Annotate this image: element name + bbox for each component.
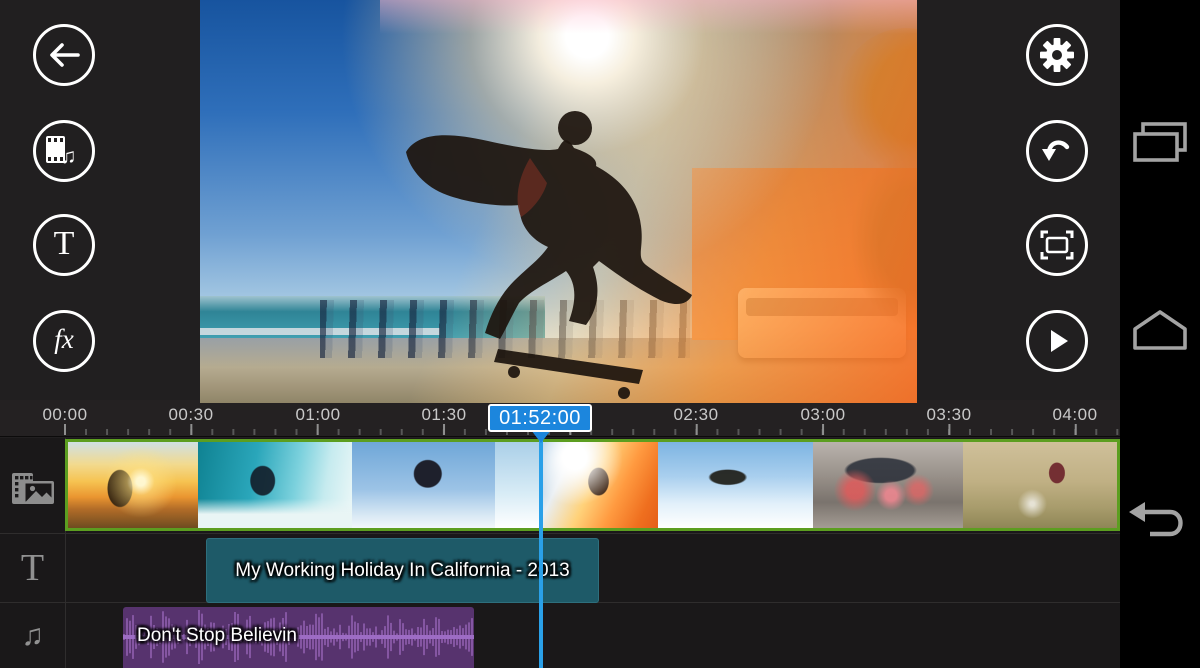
music-track-icon: ♫ — [21, 619, 44, 653]
return-arrow-icon[interactable] — [1128, 498, 1192, 546]
effects-button[interactable]: fx — [33, 310, 95, 372]
video-clip-surfer-on-wave[interactable] — [198, 442, 352, 528]
track-row-divider — [0, 533, 1120, 534]
fullscreen-fit-icon — [1039, 229, 1075, 261]
ruler-label: 04:00 — [1052, 405, 1097, 425]
video-clip-fisherman-at-sunset[interactable] — [68, 442, 198, 528]
video-clip-traffic-bokeh[interactable] — [813, 442, 963, 528]
play-button[interactable] — [1026, 310, 1088, 372]
video-track-clip-strip[interactable] — [65, 439, 1120, 531]
media-library-button[interactable]: ♫ — [33, 120, 95, 182]
skateboarder-silhouette — [200, 0, 917, 403]
video-preview[interactable] — [200, 0, 917, 403]
video-clip-girl-on-bicycle[interactable] — [963, 442, 1117, 528]
video-clip-clear-sky[interactable] — [495, 442, 540, 528]
home-icon[interactable] — [1132, 308, 1188, 352]
audio-clip[interactable]: Don't Stop Believin — [123, 607, 474, 668]
back-button[interactable] — [33, 24, 95, 86]
playhead-time-badge[interactable]: 01:52:00 — [488, 404, 592, 432]
timeline-tracks: T ♫ My Working Holiday In California - 2… — [0, 438, 1120, 668]
video-editor-screen: ♫ T fx — [0, 0, 1200, 668]
ruler-label: 02:30 — [673, 405, 718, 425]
gear-icon — [1039, 37, 1075, 73]
ruler-label: 00:30 — [168, 405, 213, 425]
fit-screen-button[interactable] — [1026, 214, 1088, 276]
text-track-icon: T — [21, 546, 44, 590]
recent-apps-icon[interactable] — [1132, 120, 1188, 172]
ruler-label: 01:00 — [295, 405, 340, 425]
text-icon: T — [54, 227, 75, 261]
video-clip-bmx-jump[interactable] — [352, 442, 494, 528]
text-track-header[interactable]: T — [0, 538, 65, 598]
settings-button[interactable] — [1026, 24, 1088, 86]
ruler-label: 03:30 — [926, 405, 971, 425]
back-arrow-icon — [47, 39, 81, 71]
undo-arrow-icon — [1040, 134, 1074, 168]
video-track-header[interactable] — [0, 452, 65, 526]
audio-clip-label: Don't Stop Believin — [137, 625, 297, 647]
video-clip-skydiver[interactable] — [658, 442, 813, 528]
playhead[interactable] — [539, 428, 543, 668]
ruler-label: 00:00 — [42, 405, 87, 425]
audio-track-header[interactable]: ♫ — [0, 606, 65, 666]
video-photo-track-icon — [11, 468, 55, 510]
ruler-tick-marks — [64, 424, 1120, 435]
editor-app-area: ♫ T fx — [0, 0, 1120, 668]
titles-button[interactable]: T — [33, 214, 95, 276]
film-strip-icon — [46, 136, 65, 163]
video-clip-skateboarder-flare[interactable] — [539, 442, 657, 528]
ruler-label: 03:00 — [800, 405, 845, 425]
fx-icon: fx — [54, 326, 74, 353]
title-clip-label: My Working Holiday In California - 2013 — [235, 560, 569, 582]
undo-button[interactable] — [1026, 120, 1088, 182]
system-nav-bar — [1120, 0, 1200, 668]
play-icon — [1042, 326, 1072, 356]
ruler-label: 01:30 — [421, 405, 466, 425]
